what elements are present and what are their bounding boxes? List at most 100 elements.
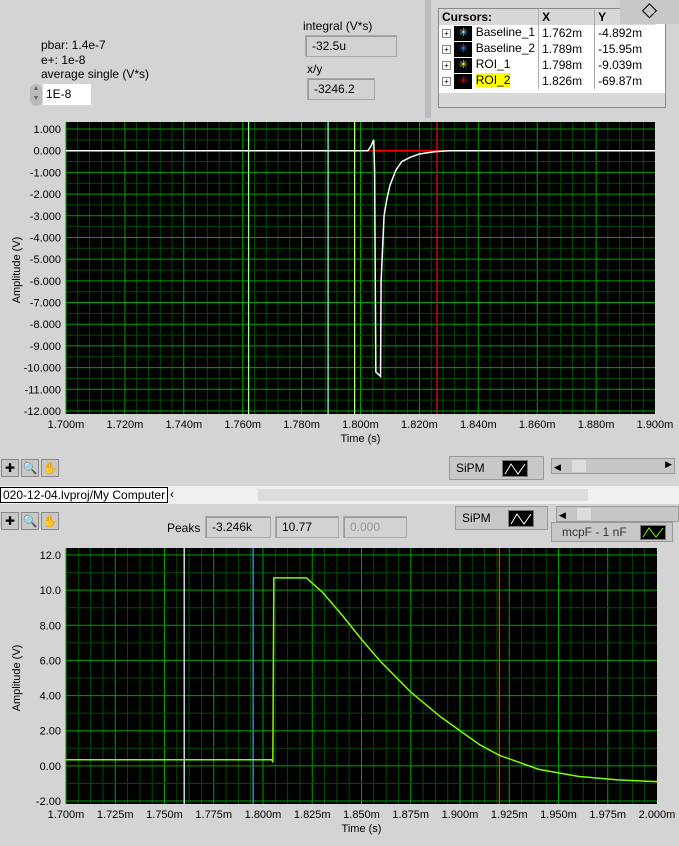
cursor-x: 1.789m (538, 41, 595, 57)
expand-icon[interactable]: + (442, 76, 451, 86)
cursor-x: 1.762m (538, 25, 595, 41)
path-scrollbar[interactable] (258, 489, 588, 501)
top-graph-toolbar: ✚ 🔍 ✋ SiPM ◀ ▶ (0, 456, 679, 486)
y-tick-label: -10.000 (24, 363, 61, 375)
x-tick-label: 1.825m (294, 809, 331, 821)
x-axis-label: Time (s) (342, 823, 382, 835)
y-axis-label: Amplitude (V) (11, 645, 23, 712)
x-tick-label: 1.740m (165, 419, 202, 431)
cursor-name[interactable]: Baseline_2 (476, 41, 535, 55)
cursor-x: 1.798m (538, 57, 595, 73)
y-tick-label: 1.000 (33, 124, 61, 136)
scroll-left-icon[interactable]: ‹ (170, 487, 174, 501)
plot-line-icon (508, 510, 534, 527)
cursor-y: -9.039m (594, 57, 655, 73)
x-tick-label: 1.840m (460, 419, 497, 431)
y-tick-label: -7.000 (30, 298, 61, 310)
cursor-name[interactable]: ROI_1 (476, 57, 511, 71)
cursor-tool-icon[interactable]: ✚ (1, 512, 19, 530)
expand-icon[interactable]: + (442, 44, 451, 54)
expand-icon[interactable]: + (442, 28, 451, 38)
divider (425, 0, 431, 118)
y-tick-label: -12.000 (24, 406, 61, 418)
x-tick-label: 1.880m (578, 419, 615, 431)
legend-label: SiPM (456, 461, 485, 475)
bottom-waveform-graph[interactable]: 1.700m 1.725m 1.750m 1.775m 1.800m 1.825m 1.85… (0, 544, 679, 846)
x-tick-label: 2.000m (639, 809, 676, 821)
y-tick-label: -9.000 (30, 341, 61, 353)
cursor-move-diamond-icon[interactable]: ◇ (620, 0, 679, 24)
x-tick-label: 1.725m (97, 809, 134, 821)
integral-indicator: -32.5u (305, 35, 397, 57)
expand-icon[interactable]: + (442, 60, 451, 70)
x-tick-label: 1.950m (540, 809, 577, 821)
cursor-tool-icon[interactable]: ✚ (1, 459, 19, 477)
zoom-tool-icon[interactable]: 🔍 (21, 512, 39, 530)
cursor-y: -15.95m (594, 41, 655, 57)
cursor-row[interactable]: + ✳ Baseline_1 1.762m -4.892m (439, 25, 655, 41)
x-tick-label: 1.925m (491, 809, 528, 821)
plot-legend-sipm[interactable]: SiPM (449, 456, 544, 480)
average-single-input[interactable]: 1E-8 (43, 84, 91, 105)
plot-line-icon (502, 460, 528, 477)
plot-legend-sipm[interactable]: SiPM (455, 506, 548, 530)
plot-legend-mcpf[interactable]: mcpF - 1 nF (551, 522, 673, 542)
cursor-legend-hscrollbar[interactable] (439, 93, 665, 107)
x-tick-label: 1.850m (343, 809, 380, 821)
cursor-row[interactable]: + ✳ ROI_2 1.826m -69.87m (439, 73, 655, 89)
xy-indicator: -3246.2 (307, 78, 375, 100)
xy-label: x/y (307, 62, 323, 76)
y-tick-label: -4.000 (30, 232, 61, 244)
x-tick-label: 1.860m (519, 419, 556, 431)
y-tick-label: 10.0 (40, 585, 61, 597)
y-tick-label: 6.00 (40, 655, 61, 667)
y-tick-label: 2.00 (40, 726, 61, 738)
pan-hand-icon[interactable]: ✋ (41, 459, 59, 477)
bottom-graph-toolbar: ✚ 🔍 ✋ Peaks -3.246k 10.77 0.000 SiPM ◀ m… (0, 504, 679, 544)
x-tick-label: 1.720m (107, 419, 144, 431)
x-tick-label: 1.750m (146, 809, 183, 821)
x-tick-label: 1.800m (342, 419, 379, 431)
cursor-style-icon[interactable]: ✳ (454, 41, 473, 57)
zoom-tool-icon[interactable]: 🔍 (21, 459, 39, 477)
y-tick-label: -2.000 (30, 189, 61, 201)
spin-arrows-icon[interactable]: ▲ ▼ (30, 84, 42, 106)
y-tick-label: -5.000 (30, 254, 61, 266)
project-path-bar: 020-12-04.lvproj/My Computer ‹ (0, 486, 679, 504)
top-waveform-graph[interactable]: 1.700m 1.720m 1.740m 1.760m 1.780m 1.800m 1.82… (0, 118, 679, 456)
pbar-label: pbar: 1.4e-7 (41, 38, 106, 52)
plot-line-icon (640, 525, 666, 540)
legend-label: mcpF - 1 nF (562, 525, 627, 539)
peaks-value-3: 0.000 (343, 516, 407, 538)
x-tick-label: 1.700m (48, 419, 85, 431)
x-tick-label: 1.875m (392, 809, 429, 821)
x-tick-label: 1.700m (48, 809, 85, 821)
plot-scrollbar[interactable]: ◀ (556, 506, 679, 522)
y-tick-label: 12.0 (40, 550, 61, 562)
cursor-row[interactable]: + ✳ ROI_1 1.798m -9.039m (439, 57, 655, 73)
x-tick-label: 1.900m (637, 419, 674, 431)
cursor-style-icon[interactable]: ✳ (454, 25, 473, 41)
y-tick-label: 8.00 (40, 620, 61, 632)
y-tick-label: -2.00 (36, 796, 61, 808)
y-tick-label: -8.000 (30, 319, 61, 331)
y-tick-label: 0.00 (40, 761, 61, 773)
cursor-header-x: X (538, 9, 595, 25)
cursor-row[interactable]: + ✳ Baseline_2 1.789m -15.95m (439, 41, 655, 57)
x-tick-label: 1.900m (442, 809, 479, 821)
cursor-name[interactable]: ROI_2 (475, 73, 511, 88)
y-axis-label: Amplitude (V) (11, 237, 23, 304)
pan-hand-icon[interactable]: ✋ (41, 512, 59, 530)
plot-scrollbar[interactable]: ◀ ▶ (551, 458, 675, 474)
cursor-style-icon[interactable]: ✳ (454, 73, 473, 89)
cursor-name[interactable]: Baseline_1 (476, 25, 535, 39)
cursor-x: 1.826m (538, 73, 595, 89)
peaks-value-2: 10.77 (275, 516, 339, 538)
x-tick-label: 1.975m (589, 809, 626, 821)
cursor-style-icon[interactable]: ✳ (454, 57, 473, 73)
cursor-y: -4.892m (594, 25, 655, 41)
y-tick-label: 4.00 (40, 691, 61, 703)
project-path[interactable]: 020-12-04.lvproj/My Computer (0, 487, 169, 503)
y-tick-label: -3.000 (30, 211, 61, 223)
y-tick-label: -1.000 (30, 167, 61, 179)
